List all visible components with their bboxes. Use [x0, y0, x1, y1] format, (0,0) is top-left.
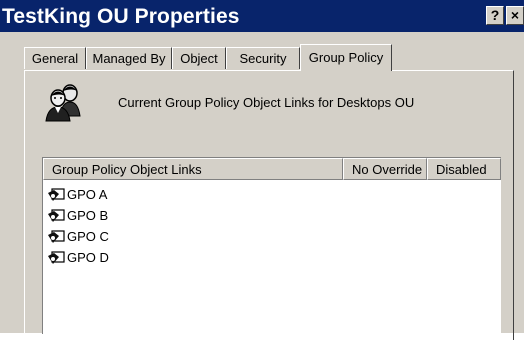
gpo-name: GPO B [67, 208, 109, 223]
gpo-links-list[interactable]: Group Policy Object Links No Override Di… [42, 157, 501, 334]
close-button[interactable]: × [506, 6, 524, 25]
gpo-name: GPO C [67, 229, 109, 244]
tab-object[interactable]: Object [172, 47, 226, 69]
column-header-links[interactable]: Group Policy Object Links [43, 158, 343, 180]
gpo-rows: GPO A GPO B GPO C GPO D [47, 184, 109, 268]
column-header-disabled[interactable]: Disabled [427, 158, 501, 180]
gpo-icon [48, 187, 65, 201]
tab-group-policy[interactable]: Group Policy [300, 44, 392, 71]
users-icon [45, 84, 81, 122]
gpo-name: GPO A [67, 187, 108, 202]
list-item[interactable]: GPO D [47, 247, 109, 268]
header-text: Current Group Policy Object Links for De… [118, 95, 415, 110]
tab-security[interactable]: Security [226, 47, 300, 69]
column-header-no-override[interactable]: No Override [343, 158, 427, 180]
gpo-icon [48, 229, 65, 243]
help-button[interactable]: ? [486, 6, 504, 25]
gpo-icon [48, 250, 65, 264]
list-item[interactable]: GPO C [47, 226, 109, 247]
title-bar-buttons: ? × [486, 6, 524, 26]
list-item[interactable]: GPO B [47, 205, 109, 226]
gpo-name: GPO D [67, 250, 109, 265]
gpo-icon [48, 208, 65, 222]
list-item[interactable]: GPO A [47, 184, 109, 205]
window-title: TestKing OU Properties [2, 5, 240, 28]
title-bar: TestKing OU Properties ? × [0, 0, 524, 32]
tab-general[interactable]: General [24, 47, 86, 69]
tab-managed-by[interactable]: Managed By [86, 47, 172, 69]
